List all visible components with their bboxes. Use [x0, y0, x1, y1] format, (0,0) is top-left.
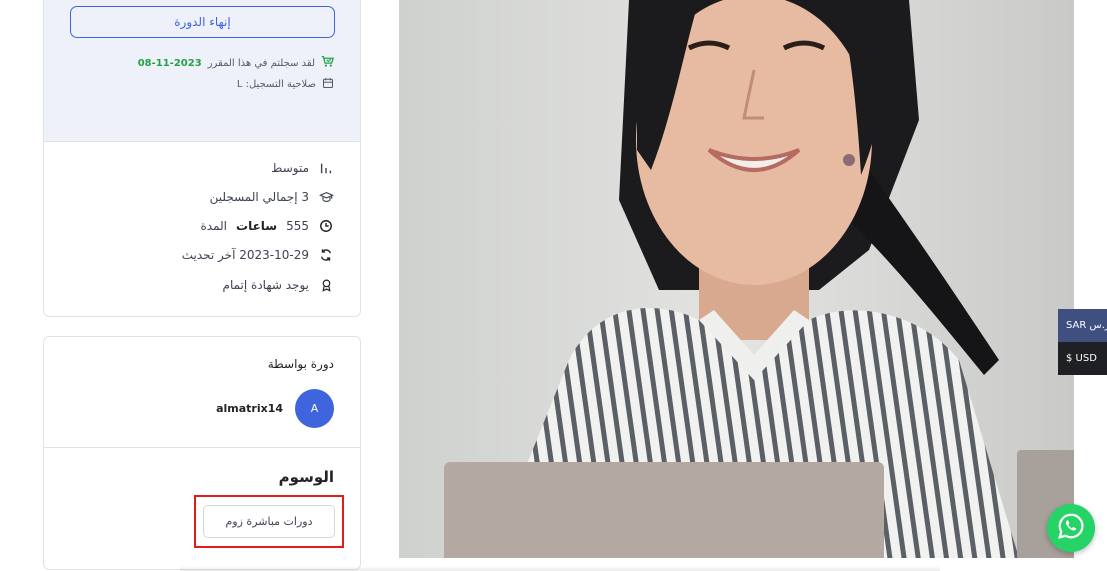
- certificate-text: يوجد شهادة إتمام: [222, 278, 309, 292]
- cart-check-icon: [321, 55, 335, 71]
- whatsapp-button[interactable]: [1047, 504, 1095, 552]
- enrolled-info: لقد سجلتم في هذا المقرر 08-11-2023: [137, 55, 335, 71]
- duration-row: 555 ساعات المدة: [201, 218, 335, 234]
- clock-icon: [318, 218, 334, 234]
- level-bars-icon: [318, 160, 334, 176]
- instructor-tags-card: دورة بواسطة A almatrix14 الوسوم دورات مب…: [43, 336, 361, 570]
- certificate-icon: [318, 277, 334, 293]
- calendar-icon: [322, 77, 334, 92]
- enrolled-date: 08-11-2023: [137, 57, 202, 69]
- currency-sar-button[interactable]: SAR ر.س: [1058, 309, 1107, 342]
- currency-usd-button[interactable]: $ USD: [1058, 342, 1107, 375]
- avatar[interactable]: A: [295, 389, 334, 428]
- enrolled-count-row: 3 إجمالي المسجلين: [210, 189, 334, 205]
- total-enrolled: 3 إجمالي المسجلين: [209, 190, 309, 204]
- duration-value: 555: [286, 219, 309, 233]
- duration-label: المدة: [200, 219, 228, 233]
- tag-chip-zoom-live[interactable]: دورات مباشرة زوم: [203, 505, 335, 538]
- certificate-row: يوجد شهادة إتمام: [223, 277, 334, 293]
- refresh-icon: [318, 247, 334, 263]
- graduation-cap-icon: [318, 189, 334, 205]
- last-update: 2023-10-29 آخر تحديث: [181, 248, 309, 262]
- instructor-row[interactable]: A almatrix14: [216, 389, 334, 428]
- divider: [44, 447, 360, 448]
- level-label: متوسط: [271, 161, 309, 175]
- finish-course-button[interactable]: إنهاء الدورة: [70, 6, 335, 38]
- validity-text: صلاحية التسجيل: L: [236, 79, 316, 90]
- tags-title: الوسوم: [278, 468, 334, 486]
- level-row: متوسط: [271, 160, 334, 176]
- course-thumbnail-image: [399, 0, 1074, 558]
- course-by-label: دورة بواسطة: [267, 357, 334, 371]
- enrolled-text: لقد سجلتم في هذا المقرر: [207, 57, 315, 69]
- last-update-row: 2023-10-29 آخر تحديث: [182, 247, 334, 263]
- footer-shadow: [180, 566, 940, 571]
- whatsapp-icon: [1056, 511, 1086, 545]
- course-enrollment-card: إنهاء الدورة لقد سجلتم في هذا المقرر 08-…: [43, 0, 361, 317]
- validity-info: صلاحية التسجيل: L: [237, 77, 334, 92]
- duration-unit: ساعات: [236, 219, 278, 233]
- instructor-name[interactable]: almatrix14: [216, 402, 283, 415]
